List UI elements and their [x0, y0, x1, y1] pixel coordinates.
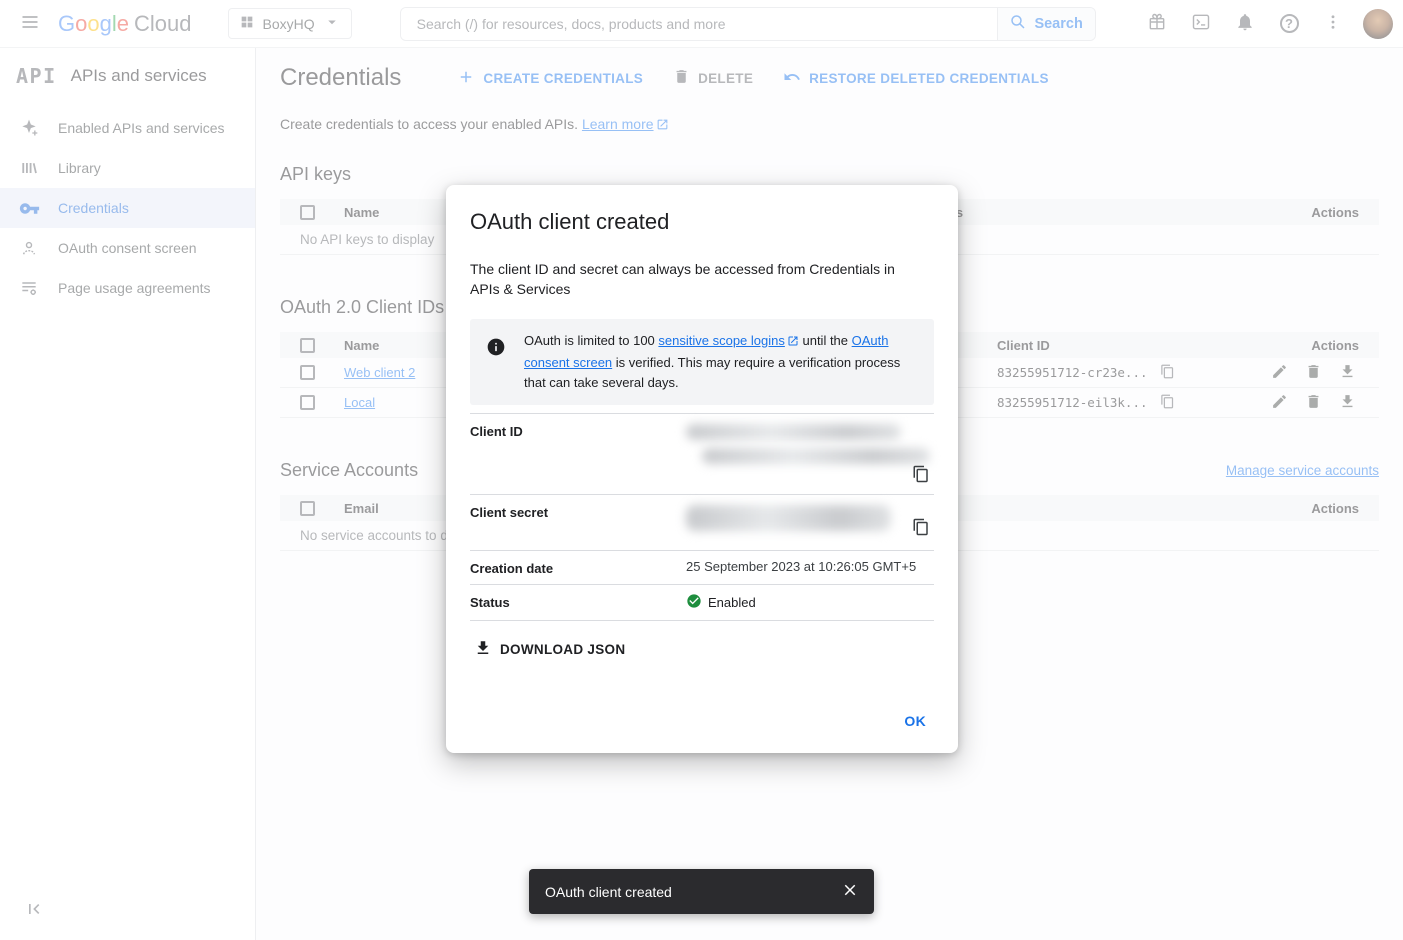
ok-button[interactable]: OK [896, 705, 934, 737]
client-id-redacted-value [686, 424, 901, 440]
info-text-part: until the [799, 333, 852, 348]
status-row: Status Enabled [470, 585, 934, 621]
client-secret-row: Client secret [470, 495, 934, 551]
credential-fields: Client ID Client secret [470, 413, 934, 621]
sensitive-scope-logins-link[interactable]: sensitive scope logins [658, 333, 784, 348]
copy-icon [912, 465, 930, 486]
snackbar-close-button[interactable] [832, 874, 868, 910]
client-id-redacted-value [702, 448, 930, 464]
external-link-icon [787, 333, 799, 353]
dialog-title: OAuth client created [470, 209, 934, 235]
client-secret-label: Client secret [470, 503, 686, 542]
client-secret-redacted-value [686, 505, 891, 531]
client-id-label: Client ID [470, 422, 686, 486]
close-icon [841, 881, 859, 902]
info-text-part: OAuth is limited to 100 [524, 333, 658, 348]
copy-icon [912, 518, 930, 539]
download-json-label: DOWNLOAD JSON [500, 642, 625, 657]
creation-date-value: 25 September 2023 at 10:26:05 GMT+5 [686, 559, 934, 576]
google-cloud-console: Google Cloud BoxyHQ Search [0, 0, 1403, 940]
snackbar: OAuth client created [529, 869, 874, 914]
client-id-row: Client ID [470, 413, 934, 495]
download-json-button[interactable]: DOWNLOAD JSON [470, 633, 629, 666]
copy-client-id-button[interactable] [908, 462, 934, 488]
check-circle-icon [686, 593, 702, 612]
oauth-client-created-dialog: OAuth client created The client ID and s… [446, 185, 958, 753]
snackbar-message: OAuth client created [545, 884, 672, 900]
dialog-description: The client ID and secret can always be a… [470, 259, 910, 299]
info-icon [486, 337, 506, 362]
status-label: Status [470, 593, 686, 612]
info-banner: OAuth is limited to 100 sensitive scope … [470, 319, 934, 405]
status-value: Enabled [708, 595, 756, 610]
download-icon [474, 639, 492, 660]
creation-date-row: Creation date 25 September 2023 at 10:26… [470, 551, 934, 585]
info-text: OAuth is limited to 100 sensitive scope … [524, 331, 918, 393]
copy-client-secret-button[interactable] [908, 515, 934, 541]
creation-date-label: Creation date [470, 559, 686, 576]
